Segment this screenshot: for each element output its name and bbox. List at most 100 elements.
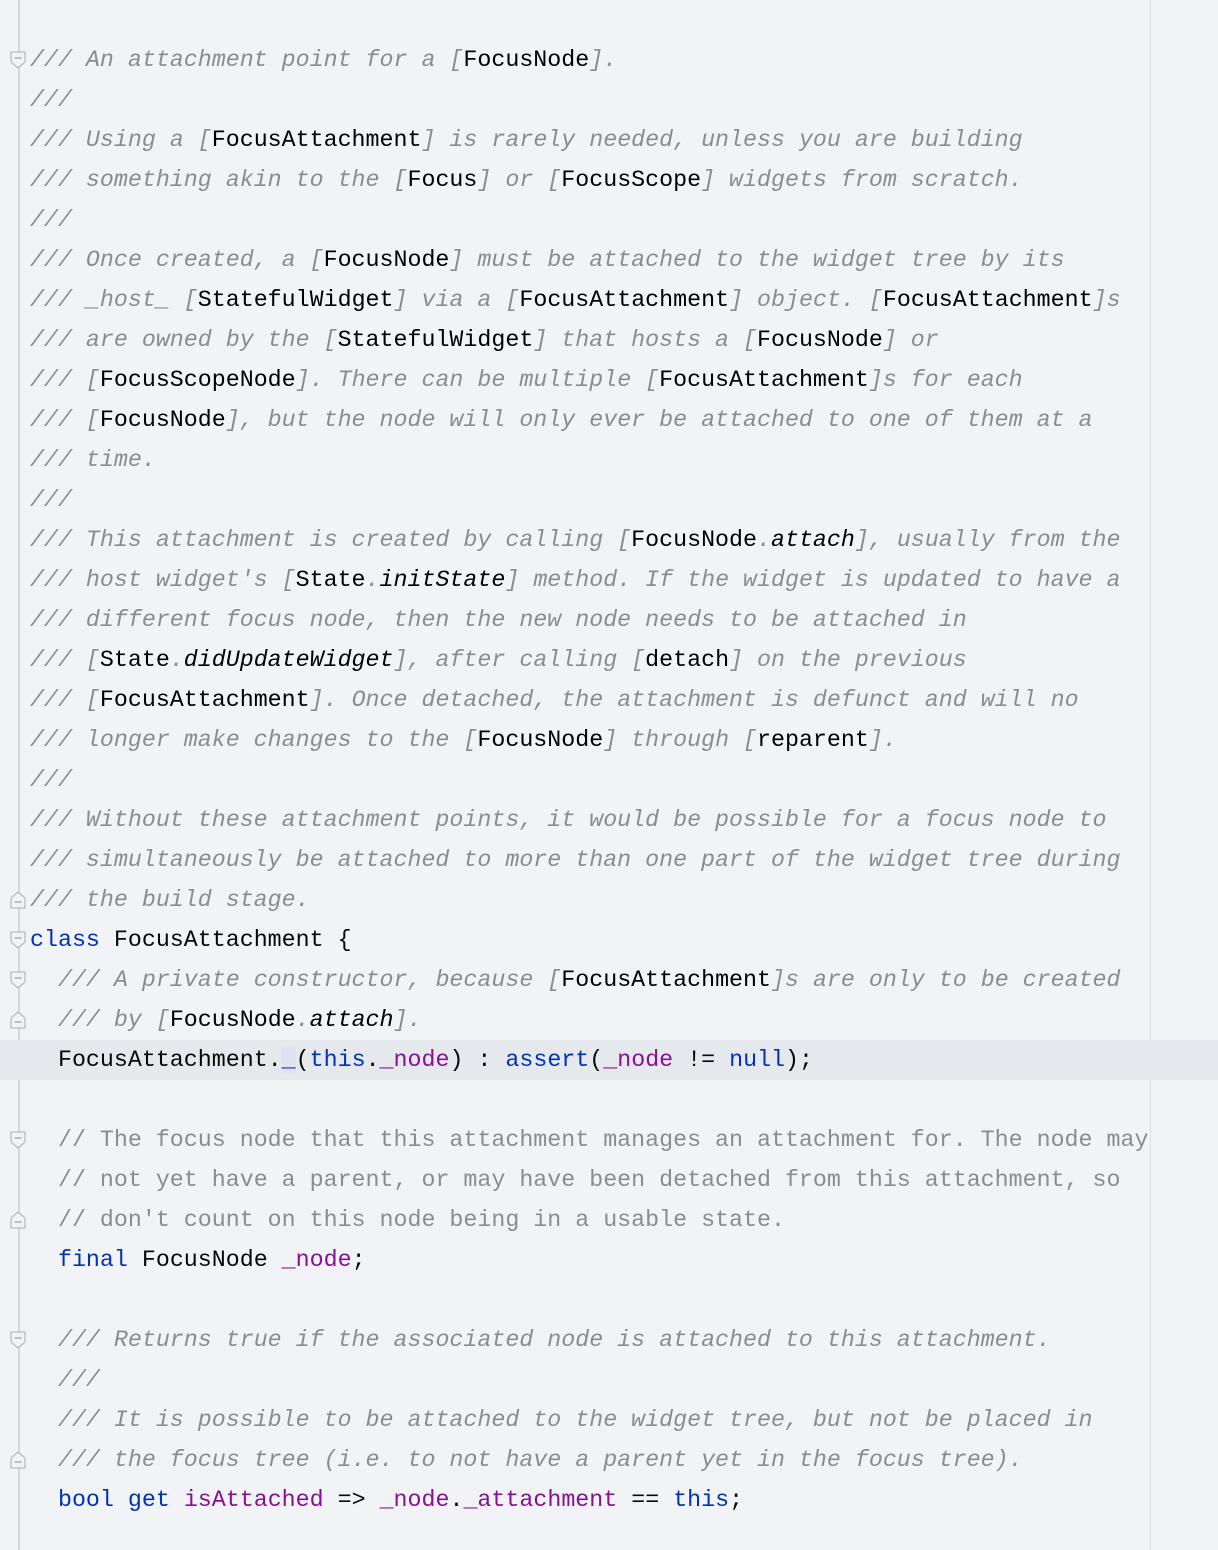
code-token: ] (729, 287, 744, 313)
doc-comment-text: /// (30, 207, 72, 233)
code-line[interactable]: final FocusNode _node; (0, 1240, 1218, 1280)
code-line[interactable]: // The focus node that this attachment m… (0, 1120, 1218, 1160)
code-line-text: final FocusNode _node; (30, 1240, 366, 1280)
code-token: ] (421, 127, 436, 153)
code-line-text: /// the build stage. (30, 880, 310, 920)
doc-comment-text: /// (30, 687, 86, 713)
code-token: . (295, 1007, 310, 1033)
code-token: . (365, 567, 380, 593)
code-token: = (631, 1487, 646, 1513)
fold-start-icon[interactable] (10, 1331, 26, 1349)
code-token: = (701, 1047, 716, 1073)
fold-start-icon[interactable] (10, 931, 26, 949)
code-line[interactable]: /// by [FocusNode.attach]. (0, 1000, 1218, 1040)
code-line[interactable]: /// are owned by the [StatefulWidget] th… (0, 320, 1218, 360)
fold-end-icon[interactable] (10, 891, 26, 909)
doc-reference: FocusNode (631, 527, 757, 553)
code-line[interactable] (0, 1280, 1218, 1320)
fold-end-icon[interactable] (10, 1011, 26, 1029)
doc-reference: FocusNode (463, 47, 590, 73)
code-token: [ (323, 327, 338, 353)
code-line[interactable]: /// host widget's [State.initState] meth… (0, 560, 1218, 600)
fold-end-icon[interactable] (10, 1211, 26, 1229)
code-line-text: /// A private constructor, because [Focu… (30, 960, 1121, 1000)
code-line[interactable]: /// [FocusNode], but the node will only … (0, 400, 1218, 440)
code-token: [ (868, 287, 883, 313)
code-line[interactable]: /// (0, 760, 1218, 800)
code-line[interactable]: /// Once created, a [FocusNode] must be … (0, 240, 1218, 280)
doc-comment-text: . (603, 47, 618, 73)
code-line[interactable]: // don't count on this node being in a u… (0, 1200, 1218, 1240)
doc-comment-text: /// (30, 767, 72, 793)
fold-start-icon[interactable] (10, 51, 26, 69)
code-token: FocusAttachment (113, 927, 324, 953)
code-line-text: /// An attachment point for a [FocusNode… (30, 40, 617, 80)
doc-reference: FocusAttachment (659, 367, 869, 393)
code-editor[interactable]: /// An attachment point for a [FocusNode… (0, 0, 1218, 1550)
code-line-current[interactable]: FocusAttachment._(this._node) : assert(_… (0, 1040, 1218, 1080)
doc-comment-text: through (617, 727, 744, 753)
doc-reference: Focus (407, 167, 478, 193)
code-line[interactable]: bool get isAttached => _node._attachment… (0, 1480, 1218, 1520)
code-line[interactable]: /// time. (0, 440, 1218, 480)
code-line[interactable]: /// longer make changes to the [FocusNod… (0, 720, 1218, 760)
code-line[interactable]: /// the build stage. (0, 880, 1218, 920)
code-line[interactable]: class FocusAttachment { (0, 920, 1218, 960)
code-line[interactable]: // not yet have a parent, or may have be… (0, 1160, 1218, 1200)
code-line[interactable]: /// _host_ [StatefulWidget] via a [Focus… (0, 280, 1218, 320)
code-line[interactable]: /// different focus node, then the new n… (0, 600, 1218, 640)
code-line[interactable]: /// (0, 480, 1218, 520)
doc-comment-text: object. (743, 287, 869, 313)
code-line[interactable]: /// A private constructor, because [Focu… (0, 960, 1218, 1000)
code-token: ] (393, 1007, 408, 1033)
fold-end-icon[interactable] (10, 1451, 26, 1469)
code-line[interactable]: /// Using a [FocusAttachment] is rarely … (0, 120, 1218, 160)
code-line[interactable]: /// [FocusScopeNode]. There can be multi… (0, 360, 1218, 400)
code-line[interactable]: /// Without these attachment points, it … (0, 800, 1218, 840)
doc-comment-text: /// longer make changes to the (30, 727, 464, 753)
code-token: ] (854, 527, 869, 553)
code-line[interactable]: /// something akin to the [Focus] or [Fo… (0, 160, 1218, 200)
code-line[interactable]: /// [State.didUpdateWidget], after calli… (0, 640, 1218, 680)
code-line[interactable]: /// the focus tree (i.e. to not have a p… (0, 1440, 1218, 1480)
doc-reference: FocusAttachment (211, 127, 422, 153)
code-line[interactable]: /// Returns true if the associated node … (0, 1320, 1218, 1360)
code-token: _attachment (463, 1487, 618, 1513)
code-token: ] (505, 567, 520, 593)
doc-reference: FocusNode (99, 407, 226, 433)
code-line-text: // don't count on this node being in a u… (30, 1200, 785, 1240)
fold-start-icon[interactable] (10, 1131, 26, 1149)
code-token: ; (351, 1247, 366, 1273)
doc-comment-text: s are only to be created (784, 967, 1121, 993)
doc-comment-text: /// the focus tree (i.e. to not have a p… (57, 1447, 1023, 1473)
doc-reference: FocusNode (323, 247, 450, 273)
code-line-text: FocusAttachment._(this._node) : assert(_… (30, 1040, 813, 1080)
doc-reference: FocusScope (561, 167, 702, 193)
code-line[interactable]: /// (0, 200, 1218, 240)
doc-reference: FocusNode (169, 1007, 296, 1033)
doc-reference: StatefulWidget (337, 327, 534, 353)
code-line[interactable]: /// It is possible to be attached to the… (0, 1400, 1218, 1440)
code-line-text: /// This attachment is created by callin… (30, 520, 1121, 560)
fold-start-icon[interactable] (10, 971, 26, 989)
doc-comment-text: /// This attachment is created by callin… (30, 527, 618, 553)
code-line[interactable] (0, 1080, 1218, 1120)
code-line[interactable]: /// (0, 1360, 1218, 1400)
code-line[interactable]: /// (0, 80, 1218, 120)
code-line[interactable]: /// This attachment is created by callin… (0, 520, 1218, 560)
code-token: [ (85, 407, 100, 433)
code-line[interactable]: /// simultaneously be attached to more t… (0, 840, 1218, 880)
doc-reference: reparent (757, 727, 869, 753)
code-line[interactable]: /// [FocusAttachment]. Once detached, th… (0, 680, 1218, 720)
code-token: [ (617, 527, 632, 553)
code-token: [ (743, 727, 758, 753)
code-token: ! (687, 1047, 702, 1073)
code-token: [ (197, 127, 212, 153)
code-token: ] (309, 687, 324, 713)
code-line[interactable]: /// An attachment point for a [FocusNode… (0, 40, 1218, 80)
